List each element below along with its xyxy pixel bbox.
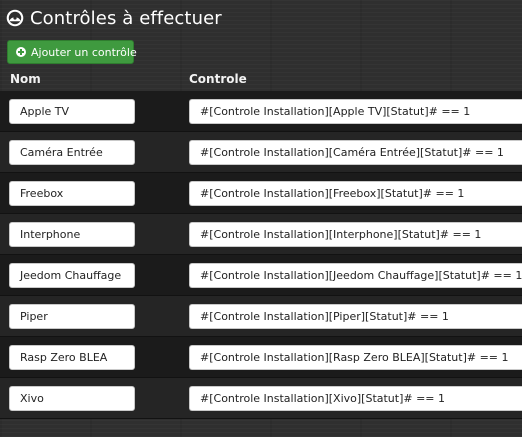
plus-circle-icon [16,47,26,57]
control-name-input[interactable]: Rasp Zero BLEA [9,345,135,370]
control-expression-input[interactable]: #[Controle Installation][Interphone][Sta… [189,222,522,247]
add-control-button[interactable]: Ajouter un contrôle [7,40,137,64]
control-name-input[interactable]: Jeedom Chauffage [9,263,135,288]
control-expression-input[interactable]: #[Controle Installation][Freebox][Statut… [189,181,522,206]
control-expression-input[interactable]: #[Controle Installation][Jeedom Chauffag… [189,263,522,288]
table-row: Caméra Entrée #[Controle Installation][C… [0,132,522,173]
control-expression-input[interactable]: #[Controle Installation][Apple TV][Statu… [189,99,522,124]
control-expression-input[interactable]: #[Controle Installation][Xivo][Statut]# … [189,386,522,411]
table-row: Jeedom Chauffage #[Controle Installation… [0,255,522,296]
column-header-controle: Controle [189,72,247,86]
dashboard-icon [6,9,24,27]
control-name-input[interactable]: Xivo [9,386,135,411]
table-row: Piper #[Controle Installation][Piper][St… [0,296,522,337]
control-expression-input[interactable]: #[Controle Installation][Caméra Entrée][… [189,140,522,165]
table-row: Xivo #[Controle Installation][Xivo][Stat… [0,378,522,419]
controls-table-body: Apple TV #[Controle Installation][Apple … [0,91,522,419]
column-header-nom: Nom [10,72,41,86]
control-name-input[interactable]: Apple TV [9,99,135,124]
control-name-input[interactable]: Piper [9,304,135,329]
table-header: Nom Controle [0,71,522,91]
table-row: Rasp Zero BLEA #[Controle Installation][… [0,337,522,378]
control-name-input[interactable]: Freebox [9,181,135,206]
table-row: Freebox #[Controle Installation][Freebox… [0,173,522,214]
add-control-button-label: Ajouter un contrôle [31,45,137,59]
page-title-text: Contrôles à effectuer [30,7,222,29]
control-name-input[interactable]: Interphone [9,222,135,247]
table-row: Interphone #[Controle Installation][Inte… [0,214,522,255]
page-title: Contrôles à effectuer [6,5,222,31]
control-name-input[interactable]: Caméra Entrée [9,140,135,165]
control-expression-input[interactable]: #[Controle Installation][Piper][Statut]#… [189,304,522,329]
table-row: Apple TV #[Controle Installation][Apple … [0,91,522,132]
control-expression-input[interactable]: #[Controle Installation][Rasp Zero BLEA]… [189,345,522,370]
